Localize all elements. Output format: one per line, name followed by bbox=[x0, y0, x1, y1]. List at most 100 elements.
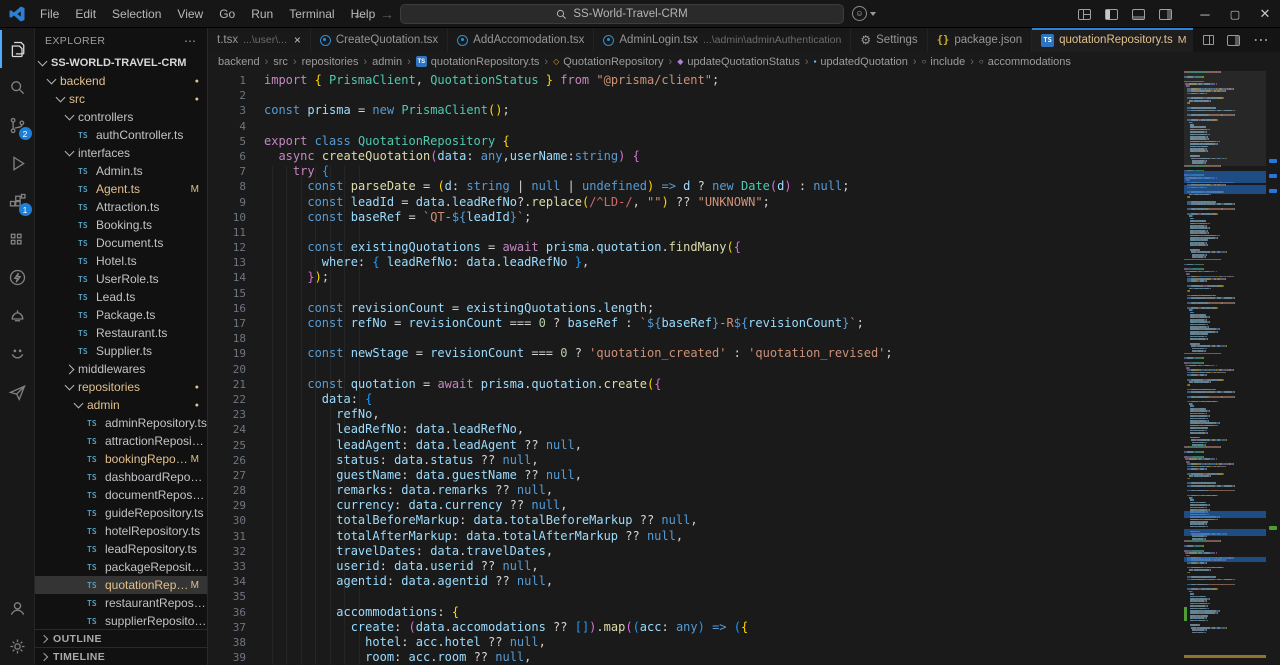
maximize-button[interactable]: ▢ bbox=[1220, 0, 1250, 28]
tab-settings[interactable]: ⚙Settings bbox=[851, 28, 927, 52]
breadcrumb-separator: › bbox=[265, 56, 269, 68]
tree-file-packagerepository-ts[interactable]: TSpackageRepository.ts bbox=[35, 558, 207, 576]
customize-layout-icon[interactable] bbox=[1078, 9, 1091, 20]
tab-package-json[interactable]: {}package.json bbox=[928, 28, 1032, 52]
tree-folder-backend[interactable]: backend● bbox=[35, 72, 207, 90]
tab-t-tsx[interactable]: t.tsx...\user\...× bbox=[208, 28, 311, 52]
menu-edit[interactable]: Edit bbox=[67, 0, 104, 28]
ext-grid-icon[interactable] bbox=[0, 220, 35, 258]
tree-file-bookingrepositor-[interactable]: TSbookingRepositor…M bbox=[35, 450, 207, 468]
tree-file-quotationreposito-[interactable]: TSquotationReposito…M bbox=[35, 576, 207, 594]
minimap-slider[interactable] bbox=[1184, 71, 1266, 166]
run-debug-icon[interactable] bbox=[0, 144, 35, 182]
command-center-search[interactable]: SS-World-Travel-CRM bbox=[400, 4, 844, 24]
tree-folder-middlewares[interactable]: middlewares bbox=[35, 360, 207, 378]
minimap[interactable] bbox=[1184, 71, 1266, 665]
editor-more-actions-icon[interactable]: ⋯ bbox=[1253, 30, 1270, 50]
breadcrumb-item-repositories[interactable]: repositories bbox=[302, 56, 359, 68]
tab-createquotation-tsx[interactable]: CreateQuotation.tsx bbox=[311, 28, 448, 52]
tree-file-restaurantrepository-ts[interactable]: TSrestaurantRepository.ts bbox=[35, 594, 207, 612]
outline-section[interactable]: OUTLINE bbox=[35, 629, 207, 647]
tree-file-documentrepository-ts[interactable]: TSdocumentRepository.ts bbox=[35, 486, 207, 504]
thunder-client-icon[interactable] bbox=[0, 258, 35, 296]
tree-file-guiderepository-ts[interactable]: TSguideRepository.ts bbox=[35, 504, 207, 522]
tree-file-hotel-ts[interactable]: TSHotel.ts bbox=[35, 252, 207, 270]
nav-forward-icon[interactable]: → bbox=[380, 6, 394, 22]
breadcrumb-label: quotationRepository.ts bbox=[431, 56, 540, 68]
menu-terminal[interactable]: Terminal bbox=[281, 0, 342, 28]
tree-file-supplierrepository-ts[interactable]: TSsupplierRepository.ts bbox=[35, 612, 207, 629]
tree-file-document-ts[interactable]: TSDocument.ts bbox=[35, 234, 207, 252]
folder-modified-dot: ● bbox=[195, 78, 199, 85]
search-icon[interactable] bbox=[0, 68, 35, 106]
nav-back-icon[interactable]: ← bbox=[352, 6, 366, 22]
timeline-section[interactable]: TIMELINE bbox=[35, 647, 207, 665]
tree-file-admin-ts[interactable]: TSAdmin.ts bbox=[35, 162, 207, 180]
tree-file-attractionrepository-ts[interactable]: TSattractionRepository.ts bbox=[35, 432, 207, 450]
menu-file[interactable]: File bbox=[32, 0, 67, 28]
tab-label: AdminLogin.tsx bbox=[619, 34, 698, 46]
menu-run[interactable]: Run bbox=[243, 0, 281, 28]
code-editor[interactable]: 1234567891011121314151617181920212223242… bbox=[208, 71, 1280, 665]
tree-file-restaurant-ts[interactable]: TSRestaurant.ts bbox=[35, 324, 207, 342]
split-editor-icon[interactable] bbox=[1203, 35, 1214, 45]
toggle-sidebar-icon[interactable] bbox=[1105, 9, 1118, 20]
close-button[interactable]: ✕ bbox=[1250, 0, 1280, 28]
tree-file-attraction-ts[interactable]: TSAttraction.ts bbox=[35, 198, 207, 216]
tree-folder-repositories[interactable]: repositories● bbox=[35, 378, 207, 396]
toggle-panel-icon[interactable] bbox=[1132, 9, 1145, 20]
ext-tool-icon[interactable] bbox=[0, 296, 35, 334]
explorer-more-actions-icon[interactable]: ⋯ bbox=[184, 34, 197, 48]
tree-folder-controllers[interactable]: controllers bbox=[35, 108, 207, 126]
toggle-secondary-sidebar-icon[interactable] bbox=[1159, 9, 1172, 20]
ext-plane-icon[interactable] bbox=[0, 372, 35, 410]
line-number: 27 bbox=[208, 468, 264, 483]
menu-view[interactable]: View bbox=[169, 0, 211, 28]
breadcrumb-item-updatequotationstatus[interactable]: ◆updateQuotationStatus bbox=[677, 56, 800, 68]
tree-item-label: hotelRepository.ts bbox=[105, 524, 200, 538]
tree-file-adminrepository-ts[interactable]: TSadminRepository.ts bbox=[35, 414, 207, 432]
tree-file-booking-ts[interactable]: TSBooking.ts bbox=[35, 216, 207, 234]
editor-layout-icon[interactable] bbox=[1227, 35, 1240, 46]
settings-icon[interactable] bbox=[0, 627, 35, 665]
breadcrumb-item-src[interactable]: src bbox=[273, 56, 288, 68]
minimize-button[interactable]: ─ bbox=[1190, 0, 1220, 28]
tree-file-userrole-ts[interactable]: TSUserRole.ts bbox=[35, 270, 207, 288]
gear-icon: ⚙ bbox=[860, 33, 871, 47]
close-icon[interactable]: × bbox=[294, 33, 301, 47]
tree-file-package-ts[interactable]: TSPackage.ts bbox=[35, 306, 207, 324]
outline-label: OUTLINE bbox=[53, 633, 102, 645]
tree-file-leadrepository-ts[interactable]: TSleadRepository.ts bbox=[35, 540, 207, 558]
tree-folder-ss-world-travel-crm[interactable]: SS-WORLD-TRAVEL-CRM bbox=[35, 54, 207, 72]
tree-folder-admin[interactable]: admin● bbox=[35, 396, 207, 414]
tree-folder-src[interactable]: src● bbox=[35, 90, 207, 108]
tree-file-authcontroller-ts[interactable]: TSauthController.ts bbox=[35, 126, 207, 144]
menu-go[interactable]: Go bbox=[211, 0, 243, 28]
tree-file-hotelrepository-ts[interactable]: TShotelRepository.ts bbox=[35, 522, 207, 540]
tree-folder-interfaces[interactable]: interfaces bbox=[35, 144, 207, 162]
breadcrumb-item-accommodations[interactable]: ○accommodations bbox=[979, 56, 1071, 68]
tab-adminlogin-tsx[interactable]: AdminLogin.tsx...\admin\adminAuthenticat… bbox=[594, 28, 851, 52]
extensions-icon[interactable]: 1 bbox=[0, 182, 35, 220]
tree-file-lead-ts[interactable]: TSLead.ts bbox=[35, 288, 207, 306]
breadcrumb-item-updatedquotation[interactable]: ▪updatedQuotation bbox=[814, 56, 908, 68]
breadcrumb-item-backend[interactable]: backend bbox=[218, 56, 260, 68]
ext-smile-icon[interactable] bbox=[0, 334, 35, 372]
breadcrumb-item-include[interactable]: ○include bbox=[922, 56, 966, 68]
profile-badge[interactable]: ☺ bbox=[852, 6, 876, 21]
explorer-icon[interactable] bbox=[0, 30, 35, 68]
code-line bbox=[264, 225, 1280, 240]
breadcrumb-item-quotationrepository[interactable]: ◇QuotationRepository bbox=[553, 56, 663, 68]
account-icon[interactable] bbox=[0, 589, 35, 627]
tree-file-dashboardrepository-ts[interactable]: TSdashboardRepository.ts bbox=[35, 468, 207, 486]
menu-selection[interactable]: Selection bbox=[104, 0, 169, 28]
line-number: 14 bbox=[208, 270, 264, 285]
tab-quotationrepository-ts[interactable]: TSquotationRepository.tsM× bbox=[1032, 28, 1193, 52]
breadcrumb-item-admin[interactable]: admin bbox=[372, 56, 402, 68]
overview-ruler[interactable] bbox=[1266, 71, 1280, 665]
tab-addaccomodation-tsx[interactable]: AddAccomodation.tsx bbox=[448, 28, 594, 52]
breadcrumb-item-quotationrepository-ts[interactable]: TSquotationRepository.ts bbox=[416, 56, 540, 68]
source-control-icon[interactable]: 2 bbox=[0, 106, 35, 144]
tree-file-agent-ts[interactable]: TSAgent.tsM bbox=[35, 180, 207, 198]
tree-file-supplier-ts[interactable]: TSSupplier.ts bbox=[35, 342, 207, 360]
